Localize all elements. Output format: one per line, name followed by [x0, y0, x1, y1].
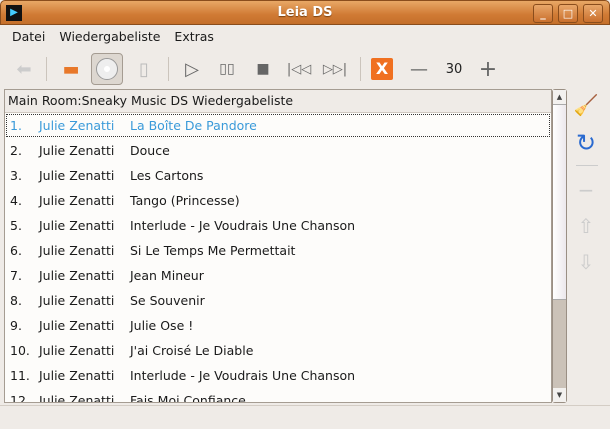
track-number: 2. — [10, 143, 22, 158]
track-title: Interlude - Je Voudrais Une Chanson — [130, 218, 356, 233]
volume-down-icon[interactable]: — — [403, 53, 435, 85]
playlist-row[interactable]: 1. Julie Zenatti La Boîte De Pandore — [5, 113, 551, 138]
menu-datei[interactable]: Datei — [5, 25, 52, 49]
track-artist: Julie Zenatti — [39, 118, 115, 133]
separator — [576, 165, 598, 166]
move-down-icon[interactable]: ⇩ — [572, 248, 600, 276]
playlist-row[interactable]: 8. Julie Zenatti Se Souvenir — [5, 288, 551, 313]
previous-icon[interactable]: |◁◁ — [283, 53, 315, 85]
play-icon[interactable]: ▷ — [176, 53, 208, 85]
track-number: 6. — [10, 243, 22, 258]
track-title: Interlude - Je Voudrais Une Chanson — [130, 368, 356, 383]
track-artist: Julie Zenatti — [39, 193, 115, 208]
playlist-row[interactable]: 6. Julie Zenatti Si Le Temps Me Permettait — [5, 238, 551, 263]
scroll-thumb[interactable] — [553, 104, 566, 300]
playlist-row[interactable]: 4. Julie Zenatti Tango (Princesse) — [5, 188, 551, 213]
track-artist: Julie Zenatti — [39, 368, 115, 383]
menu-wiedergabeliste[interactable]: Wiedergabeliste — [52, 25, 167, 49]
playlist-row[interactable]: 7. Julie Zenatti Jean Mineur — [5, 263, 551, 288]
track-title: Se Souvenir — [130, 293, 205, 308]
playlist: Main Room:Sneaky Music DS Wiedergabelist… — [4, 89, 552, 403]
scroll-down-icon[interactable]: ▼ — [553, 388, 566, 402]
track-artist: Julie Zenatti — [39, 393, 115, 403]
volume-value: 30 — [445, 61, 463, 77]
cd-icon[interactable] — [91, 53, 123, 85]
track-number: 8. — [10, 293, 22, 308]
track-artist: Julie Zenatti — [39, 168, 115, 183]
playlist-row[interactable]: 2. Julie Zenatti Douce — [5, 138, 551, 163]
playlist-header: Main Room:Sneaky Music DS Wiedergabelist… — [5, 90, 551, 113]
clear-icon[interactable]: X — [366, 53, 398, 85]
track-title: Si Le Temps Me Permettait — [130, 243, 296, 258]
open-folder-icon[interactable]: ▬ — [55, 53, 87, 85]
track-number: 7. — [10, 268, 22, 283]
playlist-row[interactable]: 12. Julie Zenatti Fais Moi Confiance — [5, 388, 551, 403]
window-title: Leia DS — [277, 5, 333, 20]
close-button[interactable]: ✕ — [583, 4, 603, 23]
track-title: Fais Moi Confiance — [130, 393, 246, 403]
track-number: 5. — [10, 218, 22, 233]
status-bar — [0, 405, 610, 429]
toolbar: ⬅ ▬ ▯ ▷ ▯▯ ■ |◁◁ ▷▷| X — 30 + — [0, 51, 610, 87]
back-icon[interactable]: ⬅ — [8, 53, 40, 85]
track-number: 12. — [10, 393, 30, 403]
minimize-button[interactable]: _ — [533, 4, 553, 23]
playlist-row[interactable]: 5. Julie Zenatti Interlude - Je Voudrais U… — [5, 213, 551, 238]
track-title: Jean Mineur — [130, 268, 204, 283]
track-title: Douce — [130, 143, 170, 158]
playlist-row[interactable]: 9. Julie Zenatti Julie Ose ! — [5, 313, 551, 338]
playlist-row[interactable]: 10. Julie Zenatti J'ai Croisé Le Diable — [5, 338, 551, 363]
volume-up-icon[interactable]: + — [472, 53, 504, 85]
track-number: 4. — [10, 193, 22, 208]
track-title: Tango (Princesse) — [130, 193, 240, 208]
track-title: La Boîte De Pandore — [130, 118, 257, 133]
track-number: 9. — [10, 318, 22, 333]
maximize-button[interactable]: □ — [558, 4, 578, 23]
track-artist: Julie Zenatti — [39, 243, 115, 258]
playlist-row[interactable]: 11. Julie Zenatti Interlude - Je Voudrais … — [5, 363, 551, 388]
track-artist: Julie Zenatti — [39, 143, 115, 158]
move-up-icon[interactable]: ⇧ — [572, 212, 600, 240]
remove-icon[interactable]: − — [572, 176, 600, 204]
track-artist: Julie Zenatti — [39, 318, 115, 333]
pause-icon[interactable]: ▯▯ — [211, 53, 243, 85]
playlist-row[interactable]: 3. Julie Zenatti Les Cartons — [5, 163, 551, 188]
title-bar: ▶ Leia DS _ □ ✕ — [0, 0, 610, 25]
refresh-icon[interactable]: ↻ — [572, 129, 600, 157]
track-title: Les Cartons — [130, 168, 204, 183]
next-icon[interactable]: ▷▷| — [319, 53, 351, 85]
track-number: 10. — [10, 343, 30, 358]
separator — [168, 57, 169, 81]
scroll-up-icon[interactable]: ▲ — [553, 90, 566, 104]
track-artist: Julie Zenatti — [39, 343, 115, 358]
broom-icon[interactable]: 🧹 — [572, 91, 600, 119]
stop-icon[interactable]: ■ — [247, 53, 279, 85]
track-title: J'ai Croisé Le Diable — [130, 343, 254, 358]
track-artist: Julie Zenatti — [39, 293, 115, 308]
track-artist: Julie Zenatti — [39, 218, 115, 233]
menu-extras[interactable]: Extras — [167, 25, 221, 49]
track-number: 1. — [10, 118, 22, 133]
scrollbar[interactable]: ▲ ▼ — [552, 89, 567, 403]
track-title: Julie Ose ! — [130, 318, 194, 333]
separator — [360, 57, 361, 81]
new-file-icon[interactable]: ▯ — [128, 53, 160, 85]
menu-bar: Datei Wiedergabeliste Extras — [0, 25, 610, 49]
track-artist: Julie Zenatti — [39, 268, 115, 283]
separator — [46, 57, 47, 81]
track-number: 3. — [10, 168, 22, 183]
track-number: 11. — [10, 368, 30, 383]
